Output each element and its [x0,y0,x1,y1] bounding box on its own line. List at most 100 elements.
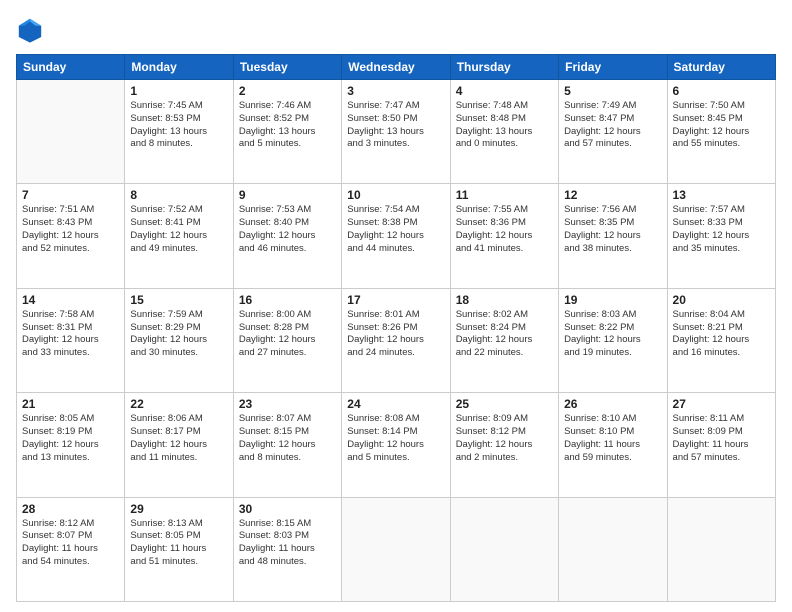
day-info: Sunrise: 7:57 AM Sunset: 8:33 PM Dayligh… [673,204,770,255]
day-number: 6 [673,84,770,98]
day-number: 14 [22,293,119,307]
weekday-header-thursday: Thursday [450,55,558,80]
day-number: 29 [130,502,227,516]
calendar-cell: 19 Sunrise: 8:03 AM Sunset: 8:22 PM Dayli… [559,288,667,392]
day-number: 11 [456,188,553,202]
calendar-cell: 9Sunrise: 7:53 AM Sunset: 8:40 PM Daylig… [233,184,341,288]
day-number: 22 [130,397,227,411]
day-number: 20 [673,293,770,307]
day-info: Sunrise: 8:07 AM Sunset: 8:15 PM Dayligh… [239,413,336,464]
day-info: Sunrise: 7:53 AM Sunset: 8:40 PM Dayligh… [239,204,336,255]
day-info: Sunrise: 7:46 AM Sunset: 8:52 PM Dayligh… [239,100,336,151]
day-number: 1 [130,84,227,98]
calendar-cell: 6 Sunrise: 7:50 AM Sunset: 8:45 PM Daylig… [667,80,775,184]
calendar-cell: 18Sunrise: 8:02 AM Sunset: 8:24 PM Dayli… [450,288,558,392]
week-row-5: 28 Sunrise: 8:12 AM Sunset: 8:07 PM Dayli… [17,497,776,601]
day-info: Sunrise: 8:01 AM Sunset: 8:26 PM Dayligh… [347,309,444,360]
calendar-cell: 2 Sunrise: 7:46 AM Sunset: 8:52 PM Daylig… [233,80,341,184]
week-row-2: 7 Sunrise: 7:51 AM Sunset: 8:43 PM Daylig… [17,184,776,288]
calendar-cell: 17 Sunrise: 8:01 AM Sunset: 8:26 PM Dayli… [342,288,450,392]
calendar-cell: 10 Sunrise: 7:54 AM Sunset: 8:38 PM Dayli… [342,184,450,288]
calendar-cell: 28 Sunrise: 8:12 AM Sunset: 8:07 PM Dayli… [17,497,125,601]
day-number: 18 [456,293,553,307]
weekday-header-row: SundayMondayTuesdayWednesdayThursdayFrid… [17,55,776,80]
day-number: 28 [22,502,119,516]
calendar-cell [559,497,667,601]
day-info: Sunrise: 7:55 AM Sunset: 8:36 PM Dayligh… [456,204,553,255]
day-number: 16 [239,293,336,307]
weekday-header-wednesday: Wednesday [342,55,450,80]
calendar-cell: 21 Sunrise: 8:05 AM Sunset: 8:19 PM Dayli… [17,393,125,497]
day-info: Sunrise: 7:45 AM Sunset: 8:53 PM Dayligh… [130,100,227,151]
day-info: Sunrise: 7:47 AM Sunset: 8:50 PM Dayligh… [347,100,444,151]
day-info: Sunrise: 7:51 AM Sunset: 8:43 PM Dayligh… [22,204,119,255]
day-number: 21 [22,397,119,411]
header [16,16,776,44]
weekday-header-friday: Friday [559,55,667,80]
day-info: Sunrise: 8:06 AM Sunset: 8:17 PM Dayligh… [130,413,227,464]
calendar-cell: 14 Sunrise: 7:58 AM Sunset: 8:31 PM Dayli… [17,288,125,392]
week-row-3: 14 Sunrise: 7:58 AM Sunset: 8:31 PM Dayli… [17,288,776,392]
day-number: 17 [347,293,444,307]
day-info: Sunrise: 7:50 AM Sunset: 8:45 PM Dayligh… [673,100,770,151]
calendar-cell: 29 Sunrise: 8:13 AM Sunset: 8:05 PM Dayli… [125,497,233,601]
calendar-cell: 4Sunrise: 7:48 AM Sunset: 8:48 PM Daylig… [450,80,558,184]
calendar-cell: 15 Sunrise: 7:59 AM Sunset: 8:29 PM Dayli… [125,288,233,392]
day-info: Sunrise: 7:52 AM Sunset: 8:41 PM Dayligh… [130,204,227,255]
day-info: Sunrise: 8:05 AM Sunset: 8:19 PM Dayligh… [22,413,119,464]
day-number: 26 [564,397,661,411]
day-info: Sunrise: 8:11 AM Sunset: 8:09 PM Dayligh… [673,413,770,464]
calendar-cell: 1 Sunrise: 7:45 AM Sunset: 8:53 PM Daylig… [125,80,233,184]
calendar-cell: 20 Sunrise: 8:04 AM Sunset: 8:21 PM Dayli… [667,288,775,392]
day-number: 24 [347,397,444,411]
calendar-cell [450,497,558,601]
calendar-cell: 13 Sunrise: 7:57 AM Sunset: 8:33 PM Dayli… [667,184,775,288]
day-number: 8 [130,188,227,202]
week-row-4: 21 Sunrise: 8:05 AM Sunset: 8:19 PM Dayli… [17,393,776,497]
day-info: Sunrise: 7:49 AM Sunset: 8:47 PM Dayligh… [564,100,661,151]
day-number: 30 [239,502,336,516]
calendar-cell: 7 Sunrise: 7:51 AM Sunset: 8:43 PM Daylig… [17,184,125,288]
day-number: 15 [130,293,227,307]
day-info: Sunrise: 7:56 AM Sunset: 8:35 PM Dayligh… [564,204,661,255]
day-number: 4 [456,84,553,98]
day-info: Sunrise: 8:13 AM Sunset: 8:05 PM Dayligh… [130,518,227,569]
day-info: Sunrise: 8:12 AM Sunset: 8:07 PM Dayligh… [22,518,119,569]
day-info: Sunrise: 7:54 AM Sunset: 8:38 PM Dayligh… [347,204,444,255]
day-info: Sunrise: 7:58 AM Sunset: 8:31 PM Dayligh… [22,309,119,360]
day-number: 13 [673,188,770,202]
calendar-cell [17,80,125,184]
day-number: 19 [564,293,661,307]
day-number: 27 [673,397,770,411]
calendar-cell: 11 Sunrise: 7:55 AM Sunset: 8:36 PM Dayli… [450,184,558,288]
day-info: Sunrise: 8:08 AM Sunset: 8:14 PM Dayligh… [347,413,444,464]
weekday-header-tuesday: Tuesday [233,55,341,80]
day-number: 25 [456,397,553,411]
calendar-cell: 23Sunrise: 8:07 AM Sunset: 8:15 PM Dayli… [233,393,341,497]
day-number: 3 [347,84,444,98]
day-number: 2 [239,84,336,98]
day-number: 7 [22,188,119,202]
page: SundayMondayTuesdayWednesdayThursdayFrid… [0,0,792,612]
calendar-cell: 26Sunrise: 8:10 AM Sunset: 8:10 PM Dayli… [559,393,667,497]
day-info: Sunrise: 8:00 AM Sunset: 8:28 PM Dayligh… [239,309,336,360]
calendar-cell: 12 Sunrise: 7:56 AM Sunset: 8:35 PM Dayli… [559,184,667,288]
day-info: Sunrise: 8:15 AM Sunset: 8:03 PM Dayligh… [239,518,336,569]
day-number: 10 [347,188,444,202]
logo [16,16,48,44]
calendar-cell [342,497,450,601]
day-number: 5 [564,84,661,98]
day-info: Sunrise: 8:04 AM Sunset: 8:21 PM Dayligh… [673,309,770,360]
calendar-cell: 5 Sunrise: 7:49 AM Sunset: 8:47 PM Daylig… [559,80,667,184]
calendar-cell: 22 Sunrise: 8:06 AM Sunset: 8:17 PM Dayli… [125,393,233,497]
weekday-header-sunday: Sunday [17,55,125,80]
day-info: Sunrise: 7:59 AM Sunset: 8:29 PM Dayligh… [130,309,227,360]
calendar-cell: 25Sunrise: 8:09 AM Sunset: 8:12 PM Dayli… [450,393,558,497]
calendar-cell [667,497,775,601]
logo-icon [16,16,44,44]
day-number: 12 [564,188,661,202]
weekday-header-saturday: Saturday [667,55,775,80]
calendar-cell: 3 Sunrise: 7:47 AM Sunset: 8:50 PM Daylig… [342,80,450,184]
calendar-table: SundayMondayTuesdayWednesdayThursdayFrid… [16,54,776,602]
day-info: Sunrise: 8:03 AM Sunset: 8:22 PM Dayligh… [564,309,661,360]
